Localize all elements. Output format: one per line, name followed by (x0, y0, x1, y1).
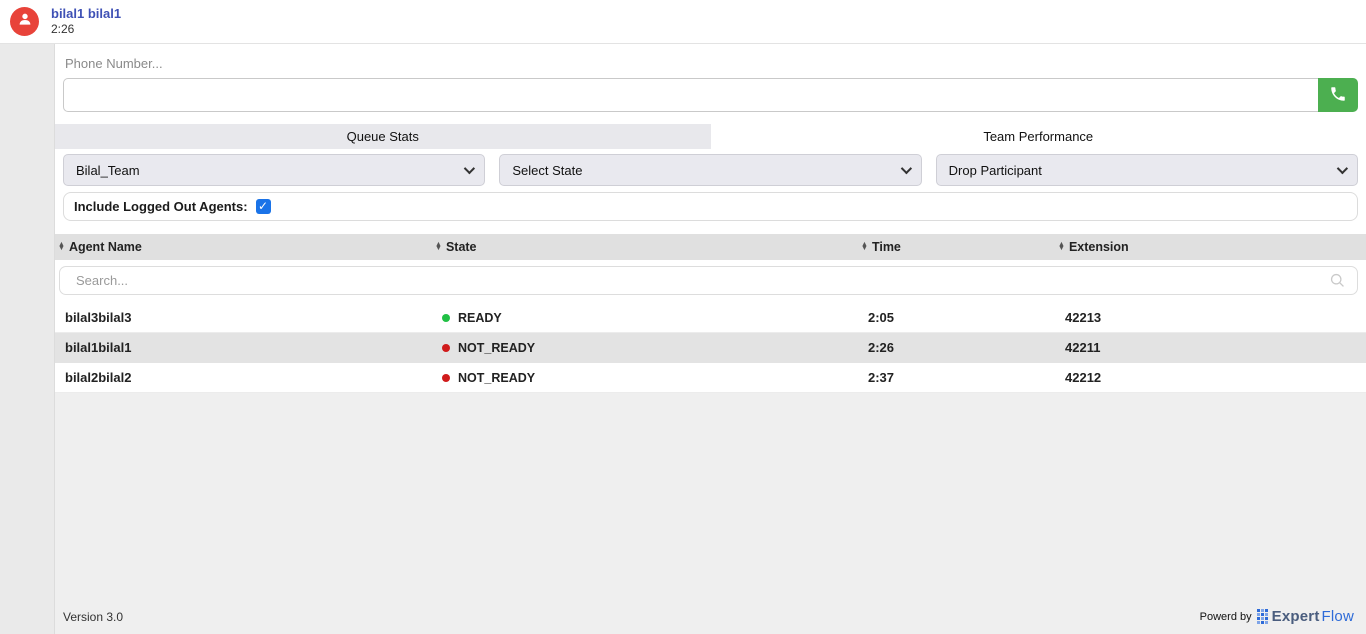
team-select[interactable]: Bilal_Team (63, 154, 485, 186)
search-input[interactable] (59, 266, 1358, 295)
state-cell: NOT_READY (432, 341, 858, 355)
chevron-down-icon (464, 163, 475, 174)
chevron-down-icon (900, 163, 911, 174)
table-header: ▲▼ Agent Name ▲▼ State ▲▼ Time ▲▼ Extens… (55, 234, 1366, 260)
top-bar: bilal1 bilal1 2:26 (0, 0, 1366, 44)
brand-expert-text: Expert (1272, 608, 1320, 625)
state-select[interactable]: Select State (499, 154, 921, 186)
call-button[interactable] (1318, 78, 1358, 112)
powered-by-label: Powerd by (1200, 611, 1252, 623)
user-avatar[interactable] (10, 7, 39, 36)
search-row (55, 260, 1366, 303)
status-dot (442, 344, 450, 352)
version-label: Version 3.0 (63, 610, 123, 624)
status-dot (442, 374, 450, 382)
column-header-state[interactable]: ▲▼ State (432, 240, 858, 254)
tab-queue-stats[interactable]: Queue Stats (55, 124, 711, 149)
column-header-extension[interactable]: ▲▼ Extension (1055, 240, 1366, 254)
drop-participant-value: Drop Participant (949, 163, 1042, 178)
table-row[interactable]: bilal1bilal1 NOT_READY 2:26 42211 (55, 333, 1366, 363)
sort-icon: ▲▼ (860, 243, 869, 251)
main-content: Phone Number... Queue Stats Team Perform… (55, 44, 1366, 634)
powered-by: Powerd by Expert Flow (1200, 608, 1354, 625)
person-icon (16, 10, 34, 33)
tab-bar: Queue Stats Team Performance (55, 124, 1366, 149)
extension-cell: 42212 (1055, 370, 1366, 385)
state-cell: READY (432, 311, 858, 325)
content-background: Version 3.0 Powerd by Expert Flow (55, 393, 1366, 634)
column-header-agent-name[interactable]: ▲▼ Agent Name (55, 240, 432, 254)
expertflow-logo: Expert Flow (1257, 608, 1354, 625)
dialer-section: Phone Number... (55, 44, 1366, 120)
table-row[interactable]: bilal2bilal2 NOT_READY 2:37 42212 (55, 363, 1366, 393)
extension-cell: 42213 (1055, 310, 1366, 325)
sort-icon: ▲▼ (434, 243, 443, 251)
chevron-down-icon (1337, 163, 1348, 174)
time-cell: 2:05 (858, 310, 1055, 325)
phone-number-label: Phone Number... (63, 56, 1358, 71)
state-timer: 2:26 (51, 22, 121, 37)
phone-icon (1329, 85, 1347, 106)
user-name: bilal1 bilal1 (51, 6, 121, 22)
user-info: bilal1 bilal1 2:26 (51, 6, 121, 37)
agent-name-cell: bilal3bilal3 (55, 310, 432, 325)
phone-number-input[interactable] (63, 78, 1318, 112)
search-icon (1329, 272, 1346, 294)
sort-icon: ▲▼ (1057, 243, 1066, 251)
include-logged-out-label: Include Logged Out Agents: (74, 199, 248, 214)
table-row[interactable]: bilal3bilal3 READY 2:05 42213 (55, 303, 1366, 333)
drop-participant-select[interactable]: Drop Participant (936, 154, 1358, 186)
extension-cell: 42211 (1055, 340, 1366, 355)
column-header-time[interactable]: ▲▼ Time (858, 240, 1055, 254)
brand-flow-text: Flow (1322, 608, 1354, 625)
agent-table-body: bilal3bilal3 READY 2:05 42213 bilal1bila… (55, 303, 1366, 393)
agent-name-cell: bilal2bilal2 (55, 370, 432, 385)
time-cell: 2:37 (858, 370, 1055, 385)
include-logged-out-row: Include Logged Out Agents: ✓ (63, 192, 1358, 221)
include-logged-out-checkbox[interactable]: ✓ (256, 199, 271, 214)
footer: Version 3.0 Powerd by Expert Flow (55, 602, 1366, 634)
state-cell: NOT_READY (432, 371, 858, 385)
agent-name-cell: bilal1bilal1 (55, 340, 432, 355)
left-sidebar-strip (0, 44, 55, 634)
time-cell: 2:26 (858, 340, 1055, 355)
sort-icon: ▲▼ (57, 243, 66, 251)
team-select-value: Bilal_Team (76, 163, 140, 178)
status-dot (442, 314, 450, 322)
expertflow-grid-icon (1257, 609, 1268, 624)
state-select-value: Select State (512, 163, 582, 178)
tab-team-performance[interactable]: Team Performance (711, 124, 1366, 149)
filter-row: Bilal_Team Select State Drop Participant (55, 149, 1366, 186)
